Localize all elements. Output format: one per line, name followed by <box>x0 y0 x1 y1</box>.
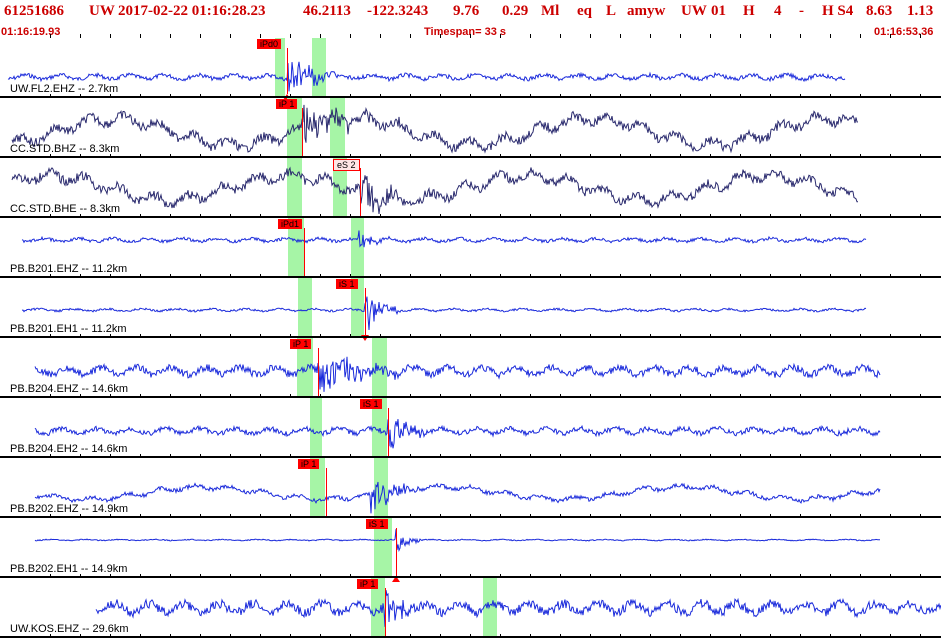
event-dash: - <box>799 3 804 19</box>
trace-label: PB.B202.EH1 -- 14.9km <box>10 563 128 575</box>
waveform <box>95 590 941 627</box>
waveform <box>34 481 881 514</box>
event-analyst: amyw <box>627 3 666 19</box>
waveform-path <box>95 590 941 627</box>
pick-tag[interactable]: iS 1 <box>336 279 358 289</box>
event-type: eq <box>577 3 592 19</box>
trace-row[interactable]: iPd0 UW.FL2.EHZ -- 2.7km <box>0 38 941 100</box>
pick-line[interactable] <box>302 108 303 156</box>
pick-line[interactable] <box>287 48 288 94</box>
pick-tag[interactable]: iP 1 <box>298 459 320 469</box>
pick-line[interactable] <box>318 348 319 396</box>
pick-line[interactable] <box>365 288 366 335</box>
trace-row[interactable]: iP 1 PB.B202.EHZ -- 14.9km <box>0 458 941 518</box>
pick-line[interactable] <box>385 588 386 636</box>
waveform <box>21 296 867 331</box>
waveform-path <box>7 61 846 92</box>
event-header: 61251686 UW 2017-02-22 01:16:28.23 46.21… <box>0 0 941 24</box>
waveform <box>34 356 881 392</box>
waveform <box>34 419 881 449</box>
event-count: 4 <box>774 3 782 19</box>
pick-tag[interactable]: iP 1 <box>357 579 379 589</box>
event-location-flag: L <box>606 3 617 19</box>
pick-line[interactable] <box>304 228 305 276</box>
pick-line[interactable] <box>388 408 389 456</box>
trace-row[interactable]: iS 1 PB.B204.EH2 -- 14.6km <box>0 398 941 458</box>
trace-label: PB.B204.EHZ -- 14.6km <box>10 383 128 395</box>
pick-tag[interactable]: iP 1 <box>290 339 312 349</box>
event-quality-flag: H <box>743 3 755 19</box>
trace-label: PB.B201.EHZ -- 11.2km <box>10 263 128 275</box>
trace-label: PB.B204.EH2 -- 14.6km <box>10 443 128 455</box>
waveform <box>7 61 846 92</box>
end-time: 01:16:53.36 <box>874 26 934 38</box>
trace-label: CC.STD.BHZ -- 8.3km <box>10 143 120 155</box>
event-value1: 8.63 <box>866 3 893 19</box>
trace-row[interactable]: iP 1 UW.KOS.EHZ -- 29.6km <box>0 578 941 638</box>
waveform-path <box>21 296 867 331</box>
waveform <box>11 166 858 215</box>
waveform-path <box>34 481 881 514</box>
event-id: 61251686 <box>4 3 64 19</box>
pick-tag[interactable]: iP 1 <box>276 99 298 109</box>
event-mag-type: Ml <box>541 3 560 19</box>
pick-tag[interactable]: iPd1 <box>278 219 303 229</box>
trace-separator <box>0 636 941 638</box>
event-datetime: 2017-02-22 01:16:28.23 <box>118 3 266 19</box>
waveform-path <box>34 419 881 449</box>
timespan: Timespan= 33 s <box>424 26 507 38</box>
event-depth: 9.76 <box>453 3 480 19</box>
trace-label: PB.B201.EH1 -- 11.2km <box>10 323 127 335</box>
waveform-path <box>11 166 858 215</box>
start-time: 01:16:19.93 <box>1 26 61 38</box>
waveform-path <box>34 529 880 552</box>
event-version: 01 <box>711 3 726 19</box>
trace-label: CC.STD.BHE -- 8.3km <box>10 203 121 215</box>
waveform-path <box>34 356 881 392</box>
pick-line[interactable] <box>396 528 397 576</box>
pick-tag[interactable]: iPd0 <box>257 39 282 49</box>
trace-row[interactable]: eS 2 CC.STD.BHE -- 8.3km <box>0 158 941 218</box>
event-magnitude: 0.29 <box>502 3 529 19</box>
trace-row[interactable]: iP 1 PB.B204.EHZ -- 14.6km <box>0 338 941 398</box>
trace-row[interactable]: iS 1 PB.B201.EH1 -- 11.2km <box>0 278 941 341</box>
event-lat: 46.2113 <box>303 3 351 19</box>
pick-tag[interactable]: iS 1 <box>366 519 388 529</box>
trace-label: PB.B202.EHZ -- 14.9km <box>10 503 128 515</box>
waveform <box>21 230 867 248</box>
event-network: UW <box>89 3 115 19</box>
waveform <box>34 529 880 552</box>
waveform-path <box>11 104 859 154</box>
trace-row[interactable]: iPd1 PB.B201.EHZ -- 11.2km <box>0 218 941 278</box>
pick-line[interactable] <box>326 468 327 516</box>
event-agency: UW <box>681 3 707 19</box>
event-solution: H S4 <box>822 3 854 19</box>
trace-row[interactable]: iP 1 CC.STD.BHZ -- 8.3km <box>0 98 941 158</box>
event-value2: 1.13 <box>907 3 934 19</box>
waveform <box>11 104 859 154</box>
waveform-path <box>21 230 867 248</box>
trace-label: UW.KOS.EHZ -- 29.6km <box>10 623 129 635</box>
event-lon: -122.3243 <box>367 3 429 19</box>
pick-line[interactable] <box>360 168 361 216</box>
trace-label: UW.FL2.EHZ -- 2.7km <box>10 83 119 95</box>
pick-tag[interactable]: iS 1 <box>360 399 382 409</box>
pick-tag[interactable]: eS 2 <box>333 159 360 171</box>
trace-row[interactable]: iS 1 PB.B202.EH1 -- 14.9km <box>0 518 941 582</box>
